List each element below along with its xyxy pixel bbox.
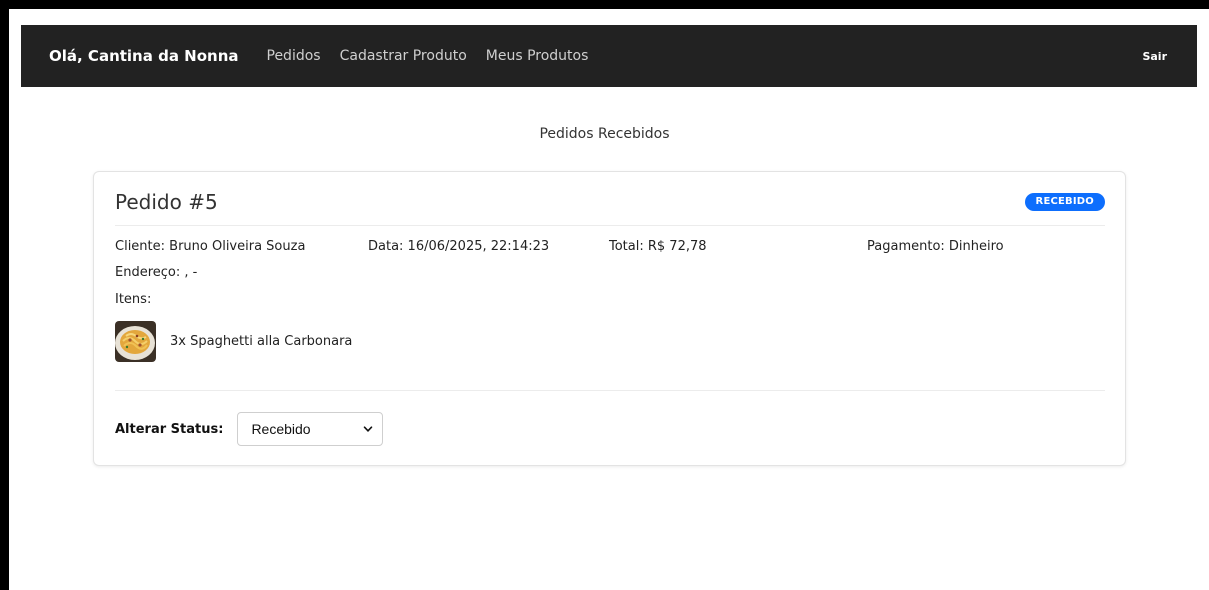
brand-greeting: Olá, Cantina da Nonna bbox=[49, 47, 239, 65]
frame-border-left bbox=[0, 0, 9, 590]
status-badge: RECEBIDO bbox=[1024, 193, 1105, 211]
status-select-value: Recebido bbox=[251, 421, 311, 437]
status-change-label: Alterar Status: bbox=[115, 421, 224, 437]
order-client: Cliente: Bruno Oliveira Souza bbox=[115, 239, 306, 254]
order-address: Endereço: , - bbox=[115, 265, 198, 280]
chevron-down-icon bbox=[364, 426, 373, 432]
nav-links: Pedidos Cadastrar Produto Meus Produtos bbox=[267, 48, 608, 64]
nav-link-pedidos[interactable]: Pedidos bbox=[267, 48, 321, 64]
order-payment: Pagamento: Dinheiro bbox=[867, 239, 1004, 254]
pasta-dish-image bbox=[115, 320, 156, 362]
logout-button[interactable]: Sair bbox=[1142, 50, 1167, 63]
order-card: Pedido #5 RECEBIDO Cliente: Bruno Olivei… bbox=[93, 171, 1126, 466]
list-item: 3x Spaghetti alla Carbonara bbox=[115, 320, 352, 362]
nav-link-meus-produtos[interactable]: Meus Produtos bbox=[486, 48, 589, 64]
order-title: Pedido #5 bbox=[115, 190, 218, 214]
pasta-dish-icon bbox=[115, 320, 156, 362]
top-navbar: Olá, Cantina da Nonna Pedidos Cadastrar … bbox=[21, 25, 1197, 87]
order-info-row: Cliente: Bruno Oliveira Souza Data: 16/0… bbox=[115, 239, 1105, 259]
order-card-header: Pedido #5 RECEBIDO bbox=[115, 190, 1105, 226]
status-change-row: Alterar Status: Recebido bbox=[115, 412, 384, 446]
page-title: Pedidos Recebidos bbox=[539, 126, 670, 142]
items-label: Itens: bbox=[115, 292, 152, 307]
frame-border-top bbox=[0, 0, 1209, 9]
order-total: Total: R$ 72,78 bbox=[609, 239, 707, 254]
order-date: Data: 16/06/2025, 22:14:23 bbox=[368, 239, 550, 254]
card-divider bbox=[115, 390, 1105, 391]
status-select[interactable]: Recebido bbox=[237, 412, 384, 446]
page-frame: Olá, Cantina da Nonna Pedidos Cadastrar … bbox=[0, 0, 1209, 590]
item-name: 3x Spaghetti alla Carbonara bbox=[170, 333, 353, 349]
nav-link-cadastrar-produto[interactable]: Cadastrar Produto bbox=[340, 48, 467, 64]
